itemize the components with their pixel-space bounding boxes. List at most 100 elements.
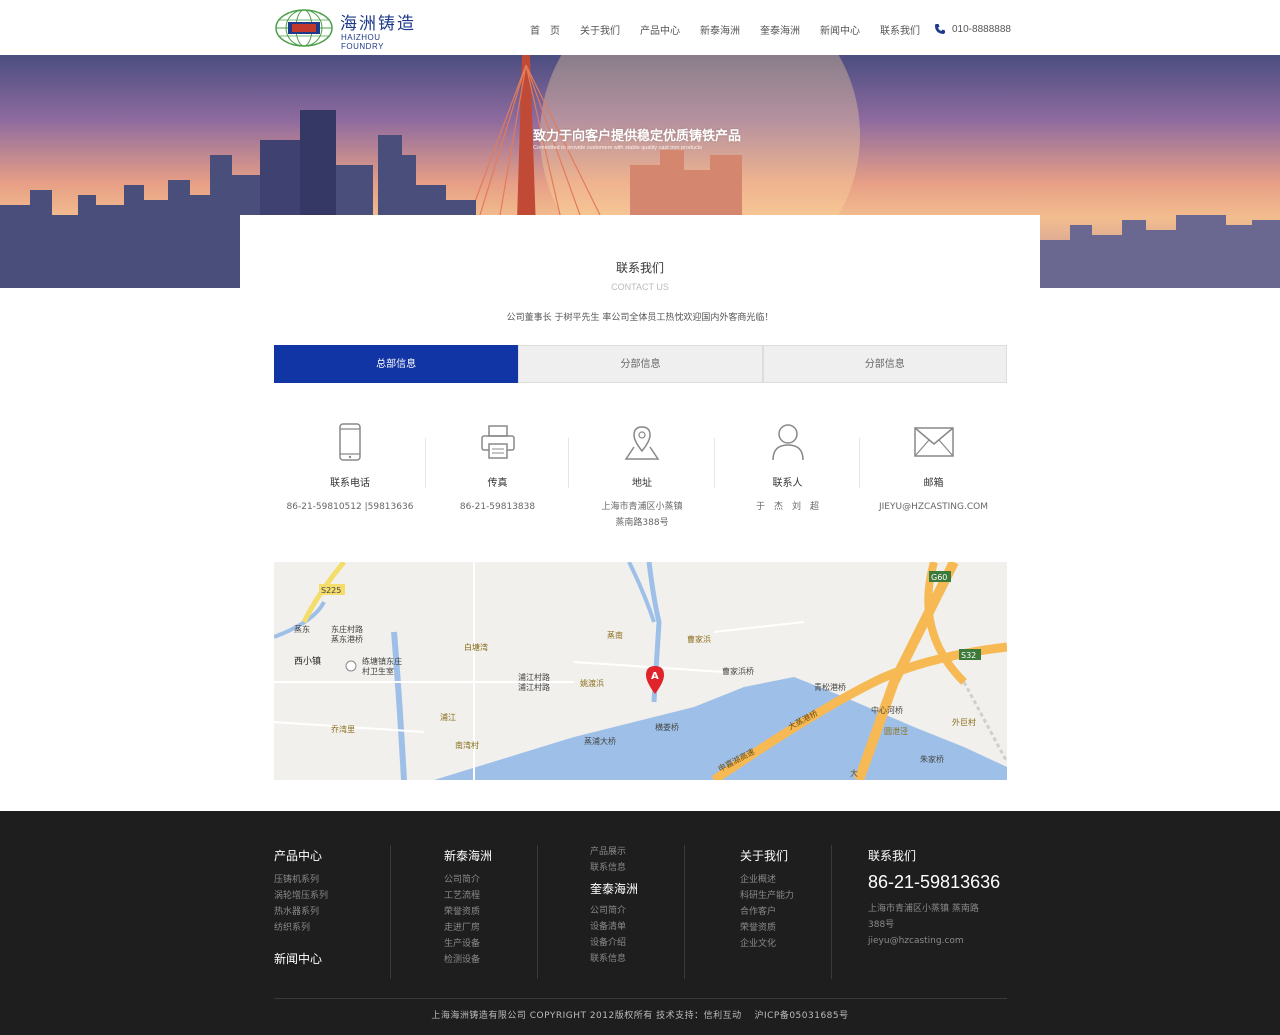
footer-link[interactable]: 企业文化 (740, 936, 794, 952)
footer-link[interactable]: 检测设备 (444, 952, 492, 968)
map-marker-icon[interactable]: A (646, 666, 664, 694)
footer-link[interactable]: 生产设备 (444, 936, 492, 952)
footer-col-kuitai: 产品展示 联系信息 奎泰海洲 公司简介 设备清单 设备介绍 联系信息 (590, 844, 638, 967)
contact-email: 邮箱 JIEYU@HZCASTING.COM (860, 420, 1007, 540)
nav-item-kuitai[interactable]: 奎泰海洲 (760, 22, 800, 37)
map-label-zhengdongqiao: 蒸东港桥 (331, 634, 363, 644)
contact-fax-value: 86-21-59813838 (459, 502, 536, 512)
footer-link[interactable]: 走进厂房 (444, 920, 492, 936)
footer-link[interactable]: 涡轮增压系列 (274, 888, 328, 904)
contact-person-label: 联系人 (772, 478, 803, 489)
content-card (240, 215, 1040, 288)
footer-link[interactable]: 公司简介 (590, 903, 638, 919)
footer-email[interactable]: jieyu@hzcasting.com (868, 933, 1000, 949)
footer-address-1: 上海市青浦区小蒸镇 蒸南路 (868, 904, 979, 914)
footer-copyright: 上海海洲铸造有限公司 COPYRIGHT 2012版权所有 技术支持：信利互动 … (431, 1011, 849, 1021)
footer-link[interactable]: 科研生产能力 (740, 888, 794, 904)
footer-col-about: 关于我们 企业概述 科研生产能力 合作客户 荣誉资质 企业文化 (740, 847, 794, 952)
map-label-zhengnan: 蒸南 (607, 630, 623, 640)
banner-title: 致力于向客户提供稳定优质铸铁产品 (533, 129, 742, 144)
footer-divider (390, 845, 391, 979)
contact-phone-value: 86-21-59810512 |59813636 (286, 502, 414, 512)
map-label-yuanlu: 圆泄泾 (884, 726, 908, 736)
map-label-henglou: 横娄桥 (655, 722, 679, 732)
contact-email-label: 邮箱 (923, 478, 944, 489)
map-marker-label: A (651, 671, 659, 682)
footer-rule (274, 998, 1007, 999)
footer-divider (537, 845, 538, 979)
footer-title-xintai[interactable]: 新泰海洲 (444, 847, 492, 864)
contact-info: 联系电话 86-21-59810512 |59813636 传真 86-21-5… (274, 420, 1007, 540)
location-map[interactable]: S225 G60 S32 蒸东 东庄村路 蒸东港桥 西小镇 练塘镇东庄 村卫生室… (274, 562, 1007, 780)
footer-link[interactable]: 联系信息 (590, 951, 638, 967)
map-label-zhengdong: 蒸东 (294, 624, 310, 634)
contact-phone: 联系电话 86-21-59810512 |59813636 (274, 420, 426, 540)
footer-link[interactable]: 工艺流程 (444, 888, 492, 904)
map-label-weisheng: 村卫生室 (362, 666, 394, 676)
map-label-yaodu: 姚渡浜 (580, 678, 604, 688)
map-label-pujiang1: 浦江村路 (518, 672, 550, 682)
section-title: 联系我们 (615, 261, 664, 275)
footer-link[interactable]: 公司简介 (444, 872, 492, 888)
phone-icon (935, 24, 945, 34)
footer-link[interactable]: 热水器系列 (274, 904, 328, 920)
nav-item-news[interactable]: 新闻中心 (820, 22, 860, 37)
footer-link[interactable]: 产品展示 (590, 844, 638, 860)
footer-col-products: 产品中心 压铸机系列 涡轮增压系列 热水器系列 纺织系列 新闻中心 (274, 847, 328, 967)
fax-printer-icon (480, 425, 515, 459)
footer-title-contact[interactable]: 联系我们 (868, 847, 1000, 864)
footer-col-contact: 联系我们 86-21-59813636 上海市青浦区小蒸镇 蒸南路 388号 j… (868, 847, 1000, 949)
map-label-liantang: 练塘镇东庄 (362, 656, 402, 666)
footer-link[interactable]: 纺织系列 (274, 920, 328, 936)
contact-address: 地址 上海市青浦区小蒸镇 蒸南路388号 (569, 420, 715, 540)
footer-link[interactable]: 压铸机系列 (274, 872, 328, 888)
contact-person: 联系人 于 杰 刘 超 (715, 420, 860, 540)
footer-link[interactable]: 联系信息 (590, 860, 638, 876)
footer-link[interactable]: 设备介绍 (590, 935, 638, 951)
address-line-2: 蒸南路388号 (615, 518, 669, 528)
map-label-waiju: 外巨村 (952, 717, 976, 727)
nav-item-about[interactable]: 关于我们 (580, 22, 620, 37)
map-label-g60: G60 (931, 573, 947, 582)
logo-name-cn: 海洲铸造 (340, 14, 416, 34)
footer-link[interactable]: 设备清单 (590, 919, 638, 935)
section-subtitle: CONTACT US (611, 282, 669, 292)
footer-title-products[interactable]: 产品中心 (274, 847, 328, 864)
logo-globe-icon (275, 9, 333, 47)
nav-item-home[interactable]: 首 页 (530, 22, 560, 37)
map-label-pujiangcun: 浦江 (440, 712, 456, 722)
footer-phone: 86-21-59813636 (868, 872, 1001, 892)
logo[interactable]: 海洲铸造 HAIZHOU FOUNDRY (274, 6, 424, 51)
footer-link[interactable]: 荣誉资质 (444, 904, 492, 920)
map-label-qingsong: 青松港桥 (814, 682, 846, 692)
section-description: 公司董事长 于树平先生 率公司全体员工热忱欢迎国内外客商光临！ (506, 313, 774, 323)
banner-subtitle: Committed to provide customers with stab… (533, 145, 703, 151)
office-tabs: 总部信息 分部信息 分部信息 (274, 345, 1007, 383)
map-label-nanwan: 南湾村 (455, 740, 479, 750)
main-nav: 首 页 关于我们 产品中心 新泰海洲 奎泰海洲 新闻中心 联系我们 010-88… (530, 20, 1011, 38)
mobile-phone-icon (339, 423, 361, 461)
footer-divider (831, 845, 832, 979)
tab-branch-2[interactable]: 分部信息 (762, 345, 1007, 383)
footer-title-kuitai[interactable]: 奎泰海洲 (590, 880, 638, 897)
contact-fax: 传真 86-21-59813838 (426, 420, 569, 540)
address-line-1: 上海市青浦区小蒸镇 (601, 502, 683, 512)
footer-title-about[interactable]: 关于我们 (740, 847, 794, 864)
nav-item-products[interactable]: 产品中心 (640, 22, 680, 37)
nav-item-xintai[interactable]: 新泰海洲 (700, 22, 740, 37)
contact-address-label: 地址 (632, 478, 652, 489)
map-label-pujiang2: 浦江村路 (518, 682, 550, 692)
tab-headquarters[interactable]: 总部信息 (274, 345, 519, 383)
envelope-icon (913, 427, 954, 457)
footer-title-news[interactable]: 新闻中心 (274, 950, 328, 967)
tab-branch-1[interactable]: 分部信息 (518, 345, 763, 383)
map-label-baitang: 白塘湾 (464, 642, 488, 652)
contact-fax-label: 传真 (487, 478, 508, 489)
map-label-zhongxin: 中心河桥 (871, 705, 903, 715)
footer-link[interactable]: 企业概述 (740, 872, 794, 888)
nav-item-contact[interactable]: 联系我们 (880, 22, 920, 37)
footer-link[interactable]: 荣誉资质 (740, 920, 794, 936)
footer-link[interactable]: 合作客户 (740, 904, 794, 920)
header-phone: 010-8888888 (952, 23, 1011, 35)
site-footer: 产品中心 压铸机系列 涡轮增压系列 热水器系列 纺织系列 新闻中心 新泰海洲 公… (0, 811, 1280, 1035)
